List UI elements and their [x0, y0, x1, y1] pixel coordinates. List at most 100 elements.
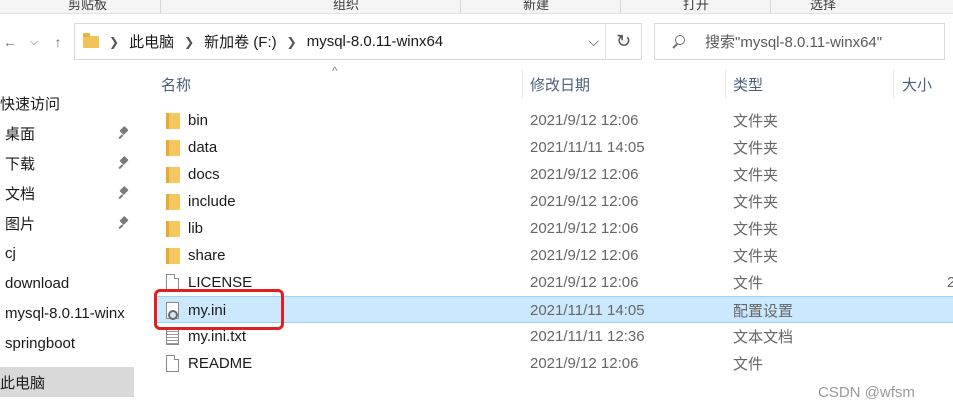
search-placeholder: 搜索"mysql-8.0.11-winx64" [705, 34, 883, 51]
folder-icon [166, 167, 180, 183]
file-list: ^ 名称 修改日期 类型 大小 bin 2021/9/12 12:06 文件夹 … [140, 64, 953, 411]
column-divider[interactable] [893, 70, 894, 98]
sidebar-item-pictures[interactable]: 图片 [0, 208, 140, 238]
file-name: share [188, 247, 226, 264]
file-type: 文件夹 [733, 167, 779, 184]
pin-icon [118, 187, 130, 199]
file-name: README [188, 355, 253, 372]
file-type: 文件夹 [733, 194, 779, 211]
address-dropdown-icon[interactable]: ⌵ [588, 33, 599, 50]
sidebar-item-label: 桌面 [5, 125, 36, 143]
ribbon-separator [770, 0, 771, 13]
file-type: 文件夹 [733, 113, 779, 130]
column-header-date[interactable]: 修改日期 [530, 70, 590, 98]
file-date: 2021/9/12 12:06 [530, 355, 639, 372]
sidebar-item-mysql[interactable]: mysql-8.0.11-winx [0, 298, 140, 328]
sidebar-item-label: download [5, 274, 70, 292]
file-icon [166, 355, 179, 372]
file-date: 2021/11/11 12:36 [530, 328, 645, 345]
file-type: 配置设置 [733, 303, 794, 320]
sidebar-item-label: 此电脑 [0, 374, 46, 392]
column-header-name[interactable]: 名称 [161, 70, 191, 98]
highlight-annotation [154, 289, 284, 330]
back-arrow-icon[interactable]: ← [0, 31, 20, 53]
navigation-pane: 快速访问 桌面 下载 文档 图片 cj download mysql-8.0.1… [0, 70, 140, 411]
sidebar-item-downloads[interactable]: 下载 [0, 148, 140, 178]
file-row-lib[interactable]: lib 2021/9/12 12:06 文件夹 [155, 215, 953, 242]
folder-icon [83, 32, 99, 48]
sidebar-item-label: 快速访问 [0, 95, 61, 113]
file-name: bin [188, 112, 209, 129]
sort-ascending-icon: ^ [332, 64, 338, 78]
search-icon [671, 34, 685, 49]
refresh-icon[interactable]: ↻ [605, 24, 641, 59]
file-type: 文件 [733, 356, 764, 373]
recent-locations-chevron-icon[interactable]: ⌵ [24, 31, 44, 53]
file-date: 2021/9/12 12:06 [530, 112, 639, 129]
ribbon-group-organize: 组织 [333, 0, 360, 12]
search-input[interactable]: 搜索"mysql-8.0.11-winx64" [654, 23, 945, 60]
chevron-right-icon[interactable]: ❯ [287, 35, 297, 49]
ribbon-separator [160, 0, 161, 13]
sidebar-item-desktop[interactable]: 桌面 [0, 118, 140, 148]
breadcrumb-drive[interactable]: 新加卷 (F:) [204, 31, 277, 52]
pin-icon [118, 127, 130, 139]
ribbon-group-labels: 剪贴板 组织 新建 打开 选择 [0, 0, 953, 14]
file-name: include [188, 193, 236, 210]
chevron-right-icon[interactable]: ❯ [109, 35, 119, 49]
file-type: 文本文档 [733, 329, 794, 346]
folder-icon [166, 248, 180, 264]
ribbon-separator [460, 0, 461, 13]
file-date: 2021/11/11 14:05 [530, 139, 645, 156]
column-divider[interactable] [725, 70, 726, 98]
navigation-bar: ← ⌵ ↑ ❯ 此电脑 ❯ 新加卷 (F:) ❯ mysql-8.0.11-wi… [0, 14, 953, 70]
sidebar-item-label: springboot [5, 334, 76, 352]
sidebar-item-documents[interactable]: 文档 [0, 178, 140, 208]
pin-icon [118, 217, 130, 229]
breadcrumb-this-pc[interactable]: 此电脑 [129, 31, 174, 52]
file-row-share[interactable]: share 2021/9/12 12:06 文件夹 [155, 242, 953, 269]
column-header-size[interactable]: 大小 [902, 70, 932, 98]
file-row-include[interactable]: include 2021/9/12 12:06 文件夹 [155, 188, 953, 215]
pin-icon [118, 157, 130, 169]
file-date: 2021/9/12 12:06 [530, 193, 639, 210]
file-date: 2021/9/12 12:06 [530, 274, 639, 291]
up-arrow-icon[interactable]: ↑ [48, 31, 68, 53]
watermark: CSDN @wfsm [818, 384, 915, 401]
breadcrumb-current-folder[interactable]: mysql-8.0.11-winx64 [307, 33, 443, 50]
sidebar-item-this-pc[interactable]: 此电脑 [0, 367, 134, 397]
sidebar-item-label: mysql-8.0.11-winx [5, 304, 125, 322]
file-name: data [188, 139, 218, 156]
column-header-type[interactable]: 类型 [733, 70, 763, 98]
file-type: 文件夹 [733, 221, 779, 238]
sidebar-item-quick-access[interactable]: 快速访问 [0, 88, 140, 118]
sidebar-item-label: 图片 [5, 215, 36, 233]
file-date: 2021/9/12 12:06 [530, 166, 639, 183]
folder-icon [166, 140, 180, 156]
file-size: 2 [947, 274, 953, 291]
column-divider[interactable] [522, 70, 523, 98]
file-date: 2021/11/11 14:05 [530, 302, 645, 319]
file-row-readme[interactable]: README 2021/9/12 12:06 文件 [155, 350, 953, 377]
file-row-bin[interactable]: bin 2021/9/12 12:06 文件夹 [155, 107, 953, 134]
sidebar-item-label: cj [5, 244, 16, 262]
ribbon-group-open: 打开 [683, 0, 710, 12]
file-row-docs[interactable]: docs 2021/9/12 12:06 文件夹 [155, 161, 953, 188]
sidebar-item-label: 下载 [5, 155, 36, 173]
file-type: 文件 [733, 275, 764, 292]
ribbon-group-new: 新建 [523, 0, 550, 12]
file-date: 2021/9/12 12:06 [530, 220, 639, 237]
file-type: 文件夹 [733, 140, 779, 157]
sidebar-item-springboot[interactable]: springboot [0, 328, 140, 358]
file-name: docs [188, 166, 220, 183]
sidebar-item-cj[interactable]: cj [0, 238, 140, 268]
ribbon-group-select: 选择 [810, 0, 837, 12]
chevron-right-icon[interactable]: ❯ [184, 35, 194, 49]
folder-icon [166, 221, 180, 237]
text-file-icon [166, 328, 179, 345]
sidebar-item-download[interactable]: download [0, 268, 140, 298]
address-bar[interactable]: ❯ 此电脑 ❯ 新加卷 (F:) ❯ mysql-8.0.11-winx64 ⌵… [74, 23, 642, 60]
folder-icon [166, 194, 180, 210]
file-row-data[interactable]: data 2021/11/11 14:05 文件夹 [155, 134, 953, 161]
folder-icon [166, 113, 180, 129]
